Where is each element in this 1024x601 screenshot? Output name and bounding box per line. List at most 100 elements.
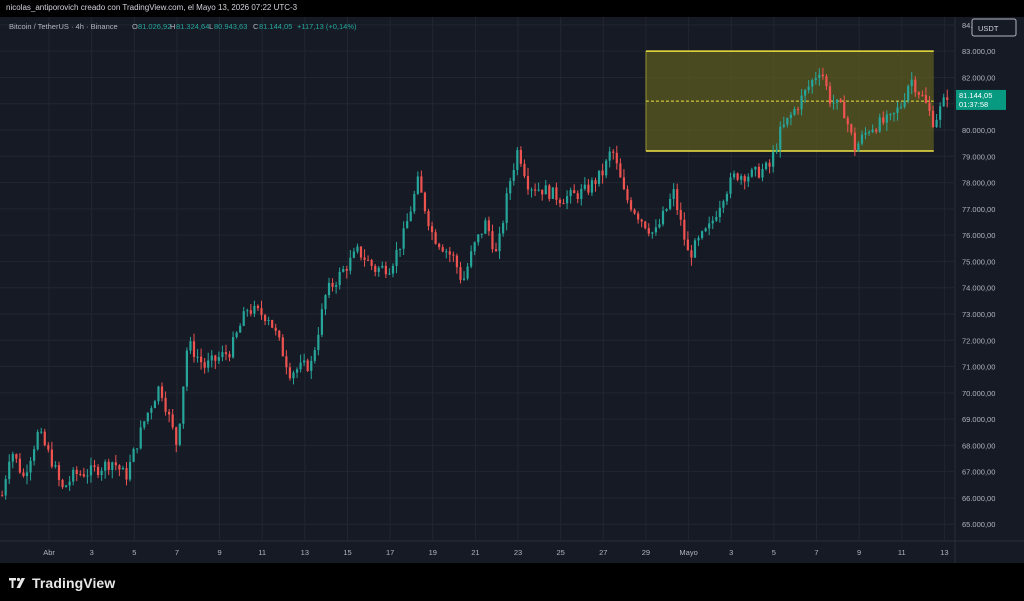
candle-body [576,193,579,200]
candle-body [93,465,96,467]
candle-body [406,221,409,229]
candle-body [150,408,153,413]
range-box[interactable] [645,51,934,152]
candle-body [278,330,281,338]
candle-body [256,305,260,309]
candle-body [814,77,817,81]
candle-body [349,257,352,271]
time-tick-label: 3 [729,548,733,557]
candle-body [8,461,11,480]
legend-change: +117,13 (+0,14%) [297,22,357,31]
candle-body [125,468,128,480]
candle-body [313,350,316,361]
candle-body [555,187,558,200]
candle-body [736,173,739,180]
candle-body [217,357,220,361]
candle-body [448,251,451,255]
candle-body [285,356,288,368]
candle-body [139,427,142,449]
candle-body [693,240,697,258]
candle-body [516,150,519,170]
candle-body [715,217,718,221]
candle-body [708,223,711,229]
candle-body [121,468,125,470]
candle-body [438,243,441,248]
candle-body [320,309,324,335]
candle-body [921,94,924,96]
candle-body [839,99,842,102]
candle-body [910,79,913,87]
candle-body [860,134,864,144]
price-tick-label: 79.000,00 [962,152,995,161]
price-tick-label: 71.000,00 [962,363,995,372]
price-tick-label: 72.000,00 [962,336,995,345]
candle-body [271,320,274,328]
candle-body [850,124,853,133]
candle-body [402,228,405,249]
candle-body [391,265,395,274]
price-chart[interactable]: 65.000,00 66.000,00 67.000,00 68.000,00 69.0… [0,17,1024,563]
chart-frame[interactable]: 65.000,00 66.000,00 67.000,00 68.000,00 69.0… [0,17,1024,563]
time-tick-label: 7 [175,548,179,557]
legend-low: 80.943,63 [214,22,247,31]
candle-body [533,189,537,191]
candle-body [725,193,729,202]
candle-body [679,210,682,220]
candle-body [672,189,675,200]
candle-body [281,337,284,357]
candle-body [246,310,249,312]
price-tick-label: 76.000,00 [962,231,995,240]
brand-name: TradingView [32,575,116,591]
candle-body [61,479,64,488]
candle-body [491,231,494,250]
candle-body [836,99,839,103]
candle-body [200,356,203,363]
candle-body [114,462,117,466]
candle-body [640,219,643,222]
candle-body [907,86,910,101]
candle-body [1,495,4,497]
range-box-layer[interactable] [645,50,934,152]
candle-body [772,151,775,167]
price-tick-label: 65.000,00 [962,520,995,529]
candle-body [359,246,363,258]
price-tick-label: 83.000,00 [962,47,995,56]
candle-body [700,231,704,238]
candle-body [942,97,945,107]
candle-body [253,305,256,314]
price-tick-label: 75.000,00 [962,257,995,266]
candle-body [601,170,604,176]
candle-body [935,119,938,128]
candle-body [295,369,299,373]
candle-body [452,254,455,256]
candle-body [864,132,867,135]
candle-body [669,199,672,209]
time-tick-label: 23 [514,548,522,557]
currency-button[interactable]: USDT [971,18,1017,37]
candle-body [164,397,167,412]
candle-body [676,189,679,211]
candle-body [473,242,476,252]
candle-body [47,445,50,450]
candle-body [466,266,469,279]
candle-body [740,176,743,180]
candle-body [480,233,483,235]
candle-body [434,232,437,244]
candle-body [50,449,53,467]
candle-body [889,114,892,116]
candle-body [548,185,551,199]
candle-body [597,170,601,184]
candle-body [583,184,586,189]
candle-body [722,201,725,208]
candle-body [622,177,626,190]
candle-body [107,461,110,470]
candle-body [683,219,686,240]
candle-body [654,227,657,233]
candle-body [796,109,800,111]
tradingview-logo[interactable]: TradingView [8,575,115,591]
candle-body [594,180,597,184]
header-bar: nicolas_antiporovich creado con TradingV… [0,0,1024,16]
candle-body [175,427,178,445]
candle-body [292,372,295,379]
candle-body [196,356,199,358]
